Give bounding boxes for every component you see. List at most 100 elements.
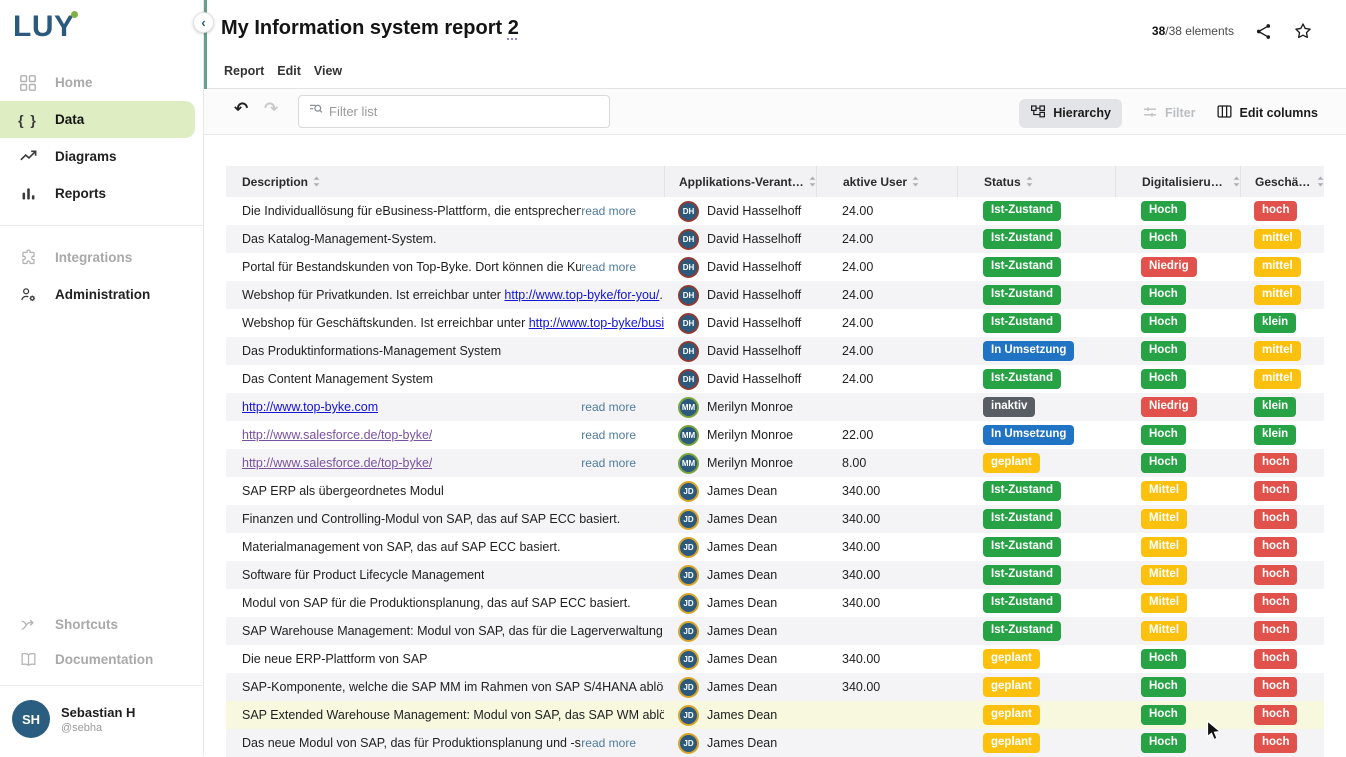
digitalization-cell: Mittel	[1115, 561, 1240, 589]
owner-name: James Dean	[707, 708, 777, 722]
column-header-gesch-ftskritikalit-t[interactable]: Geschäftskritikalität	[1240, 166, 1324, 197]
digitalization-cell: Hoch	[1115, 421, 1240, 449]
table-row[interactable]: http://www.salesforce.de/top-byke/read m…	[226, 449, 1324, 477]
digitalization-cell: Mittel	[1115, 589, 1240, 617]
filter-list-input[interactable]	[329, 104, 579, 119]
owner-name: James Dean	[707, 540, 777, 554]
table-row[interactable]: SAP ERP als übergeordnetes ModulJDJames …	[226, 477, 1324, 505]
business-criticality-badge: klein	[1254, 313, 1296, 334]
filter-search-icon	[308, 101, 324, 122]
read-more-link[interactable]: read more	[581, 204, 664, 218]
read-more-link[interactable]: read more	[581, 428, 664, 442]
table-row[interactable]: Software für Product Lifecycle Managemen…	[226, 561, 1324, 589]
sidebar-item-diagrams[interactable]: Diagrams	[0, 138, 203, 175]
column-header-status[interactable]: Status	[957, 166, 1115, 197]
hierarchy-button[interactable]: Hierarchy	[1019, 99, 1122, 128]
business-criticality-cell: mittel	[1240, 281, 1324, 309]
status-cell: geplant	[957, 701, 1115, 729]
edit-columns-button[interactable]: Edit columns	[1216, 98, 1318, 128]
undo-button[interactable]: ↶	[234, 99, 248, 119]
table-row[interactable]: Webshop für Privatkunden. Ist erreichbar…	[226, 281, 1324, 309]
active-users-cell	[816, 393, 957, 421]
table-row[interactable]: Modul von SAP für die Produktionsplanung…	[226, 589, 1324, 617]
description-link[interactable]: http://www.top-byke.com	[242, 400, 378, 414]
digitalization-cell: Hoch	[1115, 337, 1240, 365]
description-text: Das Katalog-Management-System.	[242, 232, 437, 246]
business-criticality-badge: mittel	[1254, 369, 1301, 390]
table-row[interactable]: Portal für Bestandskunden von Top-Byke. …	[226, 253, 1324, 281]
sidebar-item-reports[interactable]: Reports	[0, 175, 203, 212]
book-icon	[17, 650, 39, 669]
user-profile[interactable]: SH Sebastian H @sebha	[0, 685, 203, 756]
sidebar-item-data[interactable]: { }Data	[0, 101, 195, 138]
avatar: JD	[678, 509, 699, 530]
table-row[interactable]: Die neue ERP-Plattform von SAPJDJames De…	[226, 645, 1324, 673]
table-row[interactable]: Finanzen und Controlling-Modul von SAP, …	[226, 505, 1324, 533]
sort-icon[interactable]	[313, 176, 320, 187]
sidebar-item-administration[interactable]: Administration	[0, 276, 203, 313]
menu-item-report[interactable]: Report	[224, 64, 264, 78]
sidebar-collapse-button[interactable]: ‹	[193, 12, 214, 33]
description-link[interactable]: http://www.salesforce.de/top-byke/	[242, 456, 432, 470]
table-row[interactable]: Das neue Modul von SAP, das für Produkti…	[226, 729, 1324, 757]
business-criticality-cell: mittel	[1240, 337, 1324, 365]
table-row[interactable]: SAP Extended Warehouse Management: Modul…	[226, 701, 1324, 729]
read-more-link[interactable]: read more	[581, 736, 664, 750]
table-row[interactable]: Das Content Management SystemDHDavid Has…	[226, 365, 1324, 393]
sort-icon[interactable]	[912, 176, 919, 187]
digitalization-badge: Hoch	[1141, 341, 1186, 362]
read-more-link[interactable]: read more	[581, 260, 664, 274]
sidebar-nav: Home{ }DataDiagramsReportsIntegrationsAd…	[0, 64, 203, 313]
sort-icon[interactable]	[1233, 176, 1240, 187]
business-criticality-cell: mittel	[1240, 253, 1324, 281]
description-link[interactable]: http://www.top-byke/business/	[529, 316, 664, 330]
business-criticality-cell: hoch	[1240, 533, 1324, 561]
table-row[interactable]: Webshop für Geschäftskunden. Ist erreich…	[226, 309, 1324, 337]
description-link[interactable]: http://www.top-byke/for-you/	[504, 288, 659, 302]
sort-icon[interactable]	[1026, 176, 1033, 187]
description-link[interactable]: http://www.salesforce.de/top-byke/	[242, 428, 432, 442]
description-cell: http://www.salesforce.de/top-byke/read m…	[226, 421, 664, 449]
status-cell: Ist-Zustand	[957, 477, 1115, 505]
table-row[interactable]: Materialmanagement von SAP, das auf SAP …	[226, 533, 1324, 561]
table-row[interactable]: http://www.salesforce.de/top-byke/read m…	[226, 421, 1324, 449]
read-more-link[interactable]: read more	[581, 456, 664, 470]
column-header-description[interactable]: Description	[226, 166, 664, 197]
table-row[interactable]: Das Katalog-Management-System.DHDavid Ha…	[226, 225, 1324, 253]
status-badge: geplant	[983, 649, 1040, 670]
active-users-cell: 340.00	[816, 589, 957, 617]
table-row[interactable]: Die Individuallösung für eBusiness-Platt…	[226, 197, 1324, 225]
business-criticality-badge: mittel	[1254, 257, 1301, 278]
sidebar-item-integrations: Integrations	[0, 239, 203, 276]
business-criticality-cell: hoch	[1240, 673, 1324, 701]
business-criticality-badge: hoch	[1254, 565, 1297, 586]
column-header-digitalisierungsgrad[interactable]: Digitalisierungsgrad	[1115, 166, 1240, 197]
filter-list-input-box[interactable]	[298, 95, 610, 128]
column-label: aktive User	[843, 175, 907, 189]
table-row[interactable]: Das Produktinformations-Management Syste…	[226, 337, 1324, 365]
sort-icon[interactable]	[1317, 176, 1324, 187]
menu-item-view[interactable]: View	[314, 64, 342, 78]
menu-item-edit[interactable]: Edit	[277, 64, 301, 78]
business-criticality-cell: klein	[1240, 309, 1324, 337]
sort-icon[interactable]	[809, 176, 816, 187]
user-name: Sebastian H	[61, 705, 135, 720]
digitalization-badge: Hoch	[1141, 733, 1186, 754]
read-more-link[interactable]: read more	[581, 400, 664, 414]
status-badge: Ist-Zustand	[983, 257, 1061, 278]
table-row[interactable]: SAP Warehouse Management: Modul von SAP,…	[226, 617, 1324, 645]
logo-green-dot	[71, 11, 78, 18]
digitalization-badge: Niedrig	[1141, 257, 1197, 278]
filter-sliders-icon	[1142, 104, 1158, 123]
status-badge: Ist-Zustand	[983, 565, 1061, 586]
digitalization-cell: Hoch	[1115, 197, 1240, 225]
favorite-star-icon[interactable]	[1293, 21, 1313, 41]
active-users-cell: 340.00	[816, 505, 957, 533]
avatar: DH	[678, 313, 699, 334]
description-cell: Das Content Management System	[226, 365, 664, 393]
share-icon[interactable]	[1254, 22, 1273, 41]
column-header-applikations-verantwortlicher[interactable]: Applikations-Verantwortlicher	[664, 166, 816, 197]
column-header-aktive-user[interactable]: aktive User	[816, 166, 957, 197]
table-row[interactable]: http://www.top-byke.comread moreMMMerily…	[226, 393, 1324, 421]
table-row[interactable]: SAP-Komponente, welche die SAP MM im Rah…	[226, 673, 1324, 701]
